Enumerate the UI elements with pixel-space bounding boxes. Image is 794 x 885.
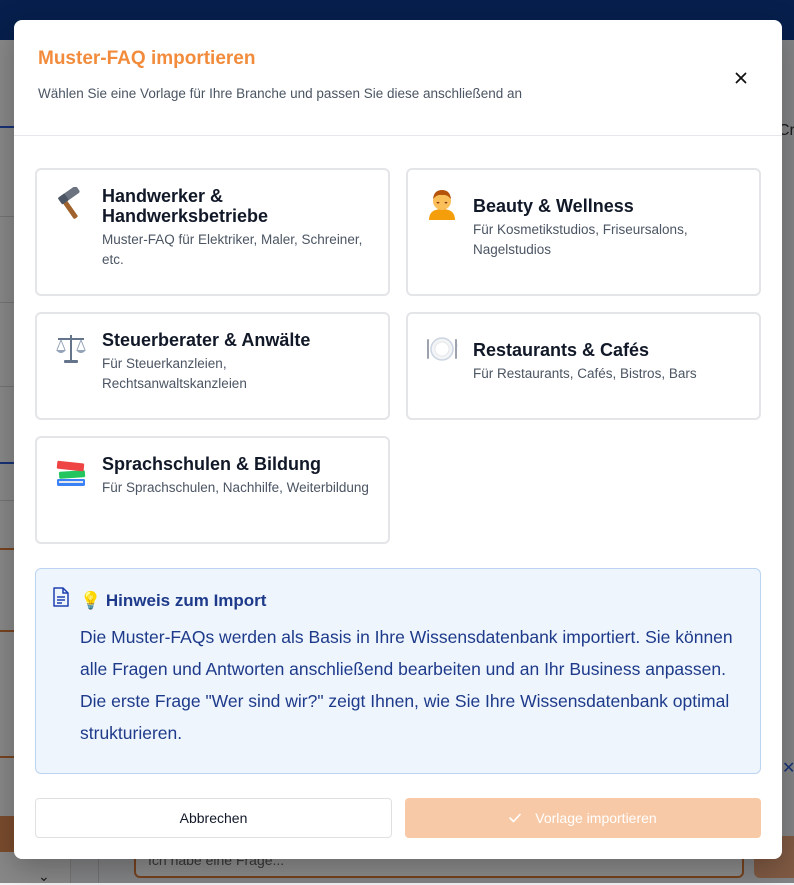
close-button[interactable] (727, 64, 755, 92)
template-card-restaurants[interactable]: Restaurants & Cafés Für Restaurants, Caf… (406, 312, 761, 420)
import-hint-box: 💡 Hinweis zum Import Die Muster-FAQs wer… (35, 568, 761, 774)
close-icon (735, 72, 747, 84)
template-card-steuerberater[interactable]: Steuerberater & Anwälte Für Steuerkanzle… (35, 312, 390, 420)
cancel-button[interactable]: Abbrechen (35, 798, 392, 838)
plate-cutlery-icon (424, 330, 460, 366)
import-faq-modal: Muster-FAQ importieren Wählen Sie eine V… (14, 20, 782, 859)
template-description: Für Kosmetikstudios, Friseursalons, Nage… (473, 222, 688, 257)
template-title: Sprachschulen & Bildung (102, 454, 322, 474)
books-icon (53, 454, 89, 490)
modal-subtitle: Wählen Sie eine Vorlage für Ihre Branche… (38, 86, 523, 101)
template-title: Restaurants & Cafés (473, 340, 650, 360)
template-title: Beauty & Wellness (473, 196, 634, 216)
template-description: Muster-FAQ für Elektriker, Maler, Schrei… (102, 232, 363, 267)
template-title: Handwerker & Handwerksbetriebe (102, 186, 269, 226)
import-template-button[interactable]: Vorlage importieren (405, 798, 761, 838)
scales-icon (53, 330, 89, 366)
template-card-sprachschulen[interactable]: Sprachschulen & Bildung Für Sprachschule… (35, 436, 390, 544)
hint-title: 💡 Hinweis zum Import (80, 591, 267, 610)
template-title: Steuerberater & Anwälte (102, 330, 311, 350)
template-card-handwerker[interactable]: Handwerker & Handwerksbetriebe Muster-FA… (35, 168, 390, 296)
checkmark-icon (509, 813, 522, 823)
document-icon (52, 587, 70, 612)
template-description: Für Steuerkanzleien, Rechtsanwaltskanzle… (102, 356, 247, 391)
hammer-icon (53, 186, 89, 222)
template-card-beauty[interactable]: Beauty & Wellness Für Kosmetikstudios, F… (406, 168, 761, 296)
template-description: Für Sprachschulen, Nachhilfe, Weiterbild… (102, 480, 369, 495)
modal-header: Muster-FAQ importieren Wählen Sie eine V… (14, 20, 782, 136)
modal-title: Muster-FAQ importieren (38, 48, 256, 69)
hint-text: Die Muster-FAQs werden als Basis in Ihre… (80, 627, 733, 743)
import-button-label: Vorlage importieren (535, 810, 657, 826)
massage-icon (424, 186, 460, 222)
template-description: Für Restaurants, Cafés, Bistros, Bars (473, 366, 697, 381)
